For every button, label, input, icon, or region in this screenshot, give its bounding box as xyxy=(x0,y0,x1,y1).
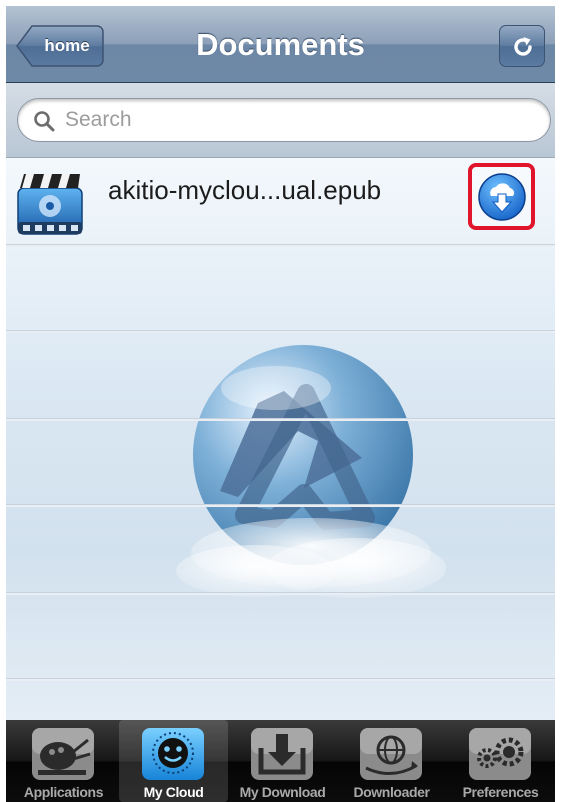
row-separator xyxy=(6,504,555,507)
tab-label-applications: Applications xyxy=(23,784,104,800)
refresh-button[interactable] xyxy=(499,25,545,67)
tab-downloader[interactable]: Downloader xyxy=(337,720,446,802)
row-separator xyxy=(6,592,555,595)
home-back-button[interactable]: home xyxy=(16,25,104,67)
row-separator xyxy=(6,678,555,681)
file-list: akitio-myclou...ual.epub xyxy=(6,158,555,720)
search-field[interactable] xyxy=(17,98,551,142)
cloud-download-icon xyxy=(478,173,526,221)
cloud-download-button[interactable] xyxy=(468,163,535,230)
search-bar xyxy=(6,83,555,158)
tab-preferences[interactable]: Preferences xyxy=(446,720,555,802)
video-clapper-icon xyxy=(17,174,83,235)
row-separator xyxy=(6,418,555,421)
navigation-bar: home Documents xyxy=(6,6,555,83)
home-back-label: home xyxy=(44,36,90,55)
file-row[interactable]: akitio-myclou...ual.epub xyxy=(6,158,555,244)
globe-icon xyxy=(360,728,422,780)
file-name: akitio-myclou...ual.epub xyxy=(108,175,382,205)
palette-icon xyxy=(32,728,94,780)
gears-icon xyxy=(469,728,531,780)
cloud-logo-watermark xyxy=(176,345,446,598)
tab-my-cloud[interactable]: My Cloud xyxy=(119,720,228,802)
cloud-smiley-icon xyxy=(142,728,204,780)
refresh-icon xyxy=(514,37,532,56)
tab-applications[interactable]: Applications xyxy=(9,720,118,802)
tab-bar: Applications My Cloud My Download Downlo… xyxy=(6,720,555,802)
tab-label-my-cloud: My Cloud xyxy=(143,784,204,800)
search-input[interactable] xyxy=(65,99,525,141)
tab-label-my-download: My Download xyxy=(239,784,326,800)
row-separator xyxy=(6,330,555,333)
tab-label-preferences: Preferences xyxy=(462,784,539,800)
download-tray-icon xyxy=(251,728,313,780)
tab-label-downloader: Downloader xyxy=(353,784,430,800)
tab-my-download[interactable]: My Download xyxy=(228,720,337,802)
search-icon xyxy=(34,111,55,132)
page-title: Documents xyxy=(196,27,365,62)
row-separator xyxy=(6,244,555,247)
